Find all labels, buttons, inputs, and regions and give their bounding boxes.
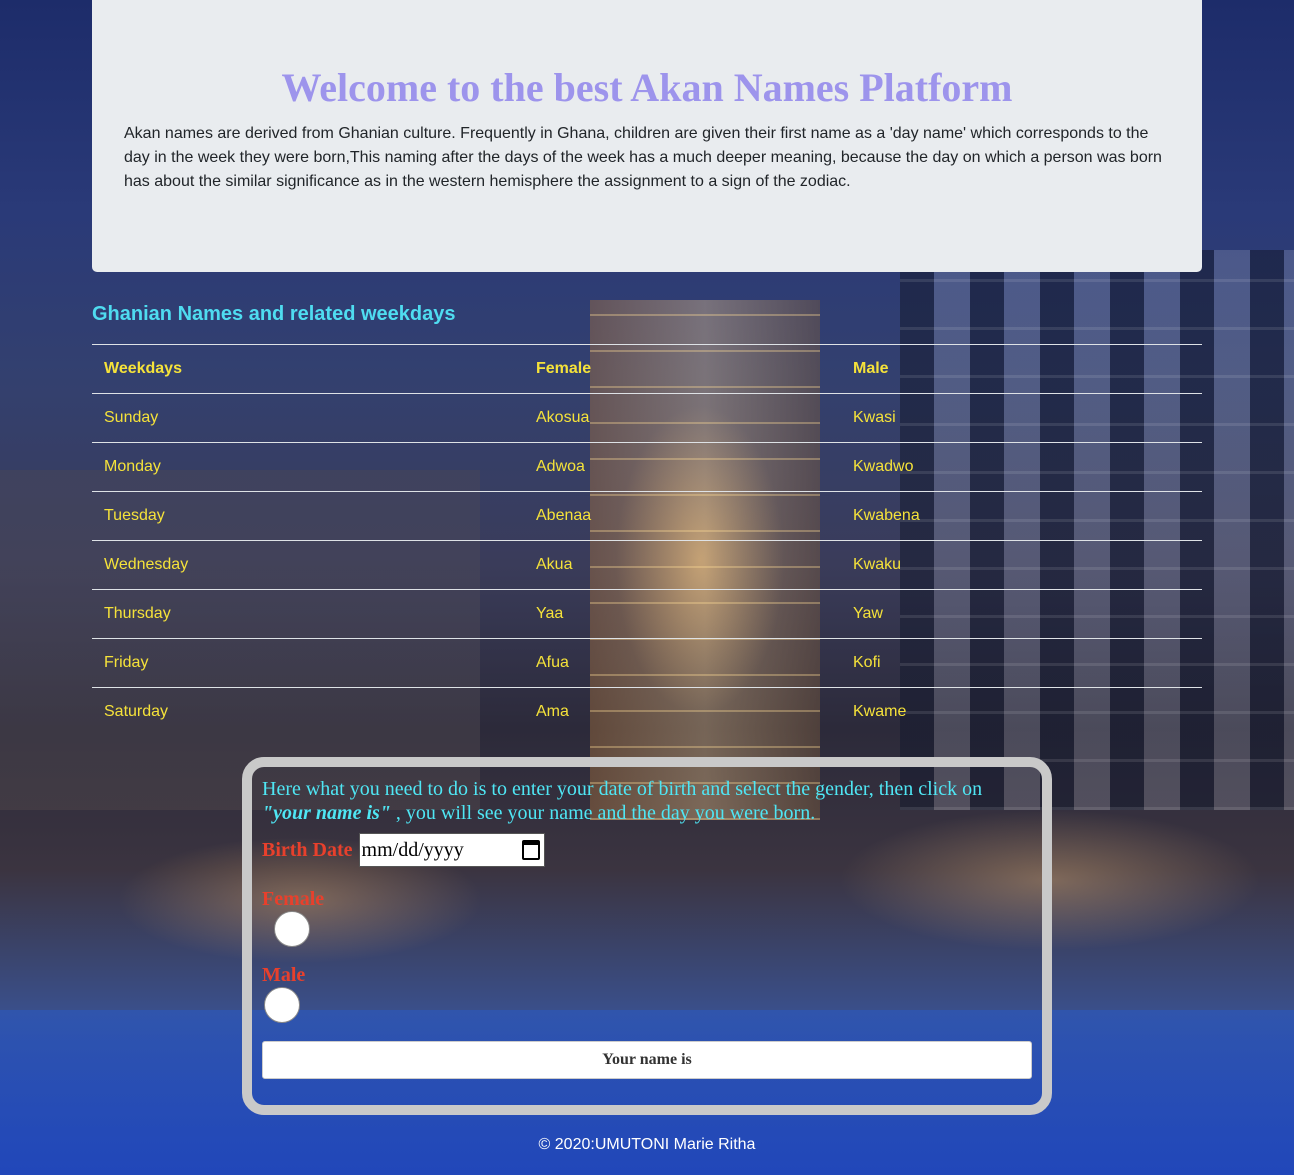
table-row: Monday Adwoa Kwadwo [92,442,1202,492]
instructions-emphasis: "your name is" [262,802,391,824]
cell-weekday: Sunday [92,393,524,443]
instructions-text-end: , you will see your name and the day you… [390,802,816,824]
table-row: Saturday Ama Kwame [92,687,1202,736]
cell-female-name: Adwoa [524,442,841,492]
table-row: Sunday Akosua Kwasi [92,393,1202,443]
male-radio[interactable] [264,987,300,1023]
header-jumbotron: Welcome to the best Akan Names Platform … [92,0,1202,272]
cell-weekday: Friday [92,638,524,688]
birth-date-placeholder: mm/dd/yyyy [361,838,464,861]
table-header-row: Weekdays Female Male [92,344,1202,394]
cell-male-name: Kofi [841,638,1202,688]
cell-female-name: Ama [524,687,841,736]
cell-male-name: Yaw [841,589,1202,639]
calendar-icon[interactable] [521,840,540,860]
name-form: Here what you need to do is to enter you… [242,757,1052,1115]
cell-male-name: Kwabena [841,491,1202,541]
table-row: Friday Afua Kofi [92,638,1202,688]
cell-female-name: Akosua [524,393,841,443]
cell-male-name: Kwadwo [841,442,1202,492]
table-row: Tuesday Abenaa Kwabena [92,491,1202,541]
footer-copyright: © 2020:UMUTONI Marie Ritha [538,1136,756,1153]
cell-weekday: Wednesday [92,540,524,590]
column-header-male: Male [841,344,1202,394]
gender-group: Female Male [262,887,1032,1023]
female-radio[interactable] [274,911,310,947]
cell-male-name: Kwame [841,687,1202,736]
cell-weekday: Thursday [92,589,524,639]
cell-male-name: Kwaku [841,540,1202,590]
birth-date-row: Birth Date mm/dd/yyyy [262,833,1032,867]
cell-female-name: Akua [524,540,841,590]
cell-weekday: Saturday [92,687,524,736]
female-label: Female [262,888,325,910]
names-table: Weekdays Female Male Sunday Akosua Kwasi Mo… [92,344,1202,736]
table-title: Ghanian Names and related weekdays [92,303,456,325]
cell-weekday: Monday [92,442,524,492]
cell-male-name: Kwasi [841,393,1202,443]
cell-female-name: Yaa [524,589,841,639]
birth-date-label: Birth Date [262,838,353,861]
table-row: Wednesday Akua Kwaku [92,540,1202,590]
birth-date-input[interactable]: mm/dd/yyyy [358,833,545,867]
intro-paragraph: Akan names are derived from Ghanian cult… [124,125,1162,190]
male-label: Male [262,964,306,986]
your-name-button[interactable]: Your name is [262,1041,1032,1079]
page-title: Welcome to the best Akan Names Platform [281,65,1013,110]
cell-weekday: Tuesday [92,491,524,541]
column-header-female: Female [524,344,841,394]
form-instructions: Here what you need to do is to enter you… [262,777,1002,825]
cell-female-name: Abenaa [524,491,841,541]
table-row: Thursday Yaa Yaw [92,589,1202,639]
cell-female-name: Afua [524,638,841,688]
instructions-text: Here what you need to do is to enter you… [262,778,983,800]
column-header-weekdays: Weekdays [92,344,524,394]
